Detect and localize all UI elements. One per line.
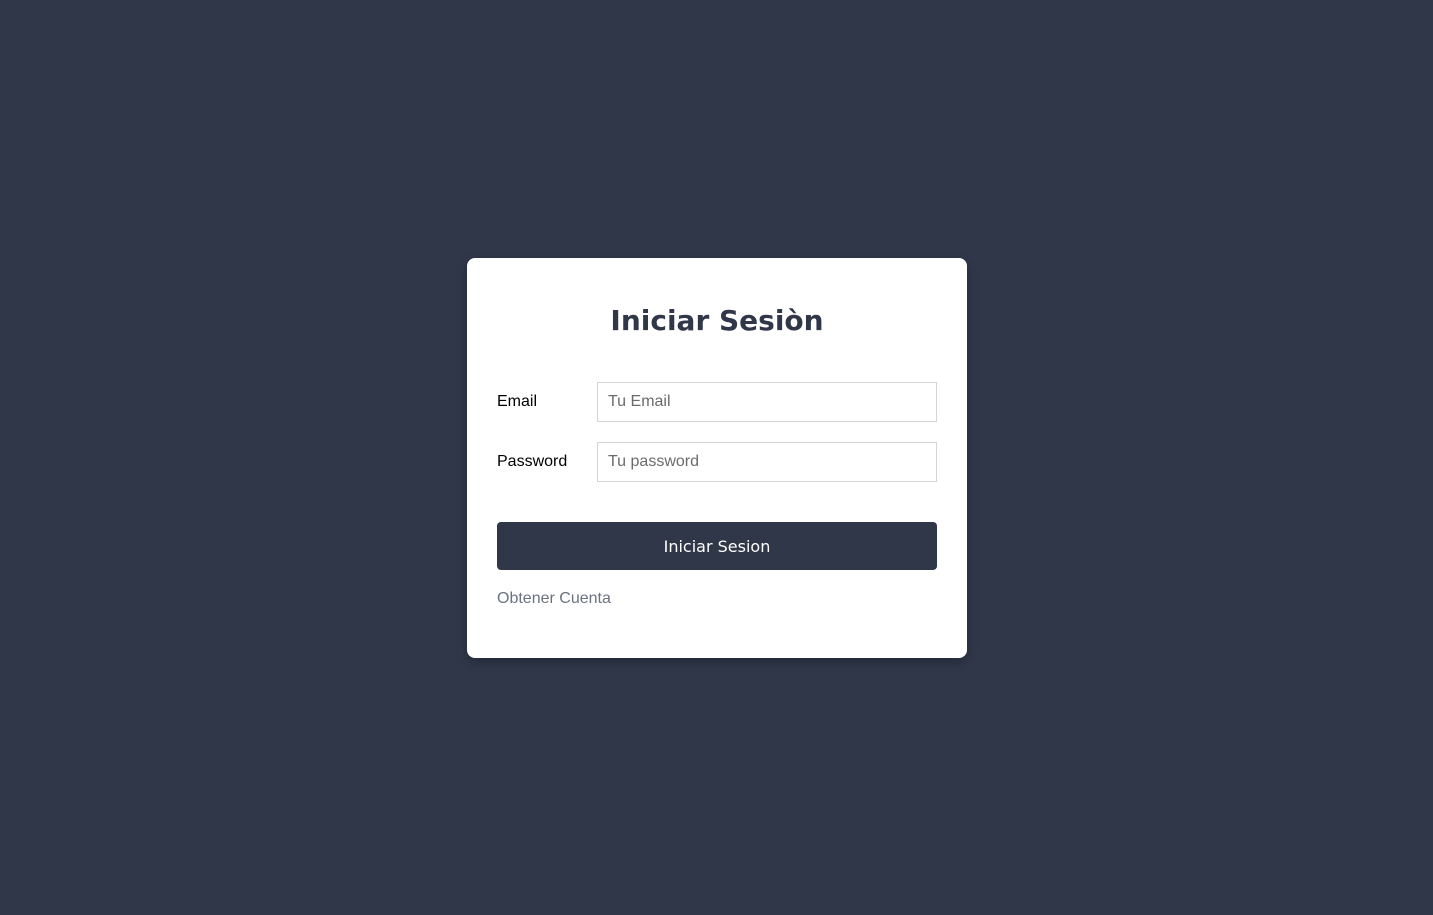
email-row: Email [497,382,937,422]
email-label: Email [497,393,538,410]
password-row: Password [497,442,937,482]
email-input[interactable] [597,382,937,422]
register-link[interactable]: Obtener Cuenta [497,590,611,608]
login-card: Iniciar Sesiòn Email Password Iniciar Se… [467,258,967,658]
page-title: Iniciar Sesiòn [610,304,824,337]
login-button[interactable]: Iniciar Sesion [497,522,937,570]
password-label: Password [497,453,568,470]
password-input[interactable] [597,442,937,482]
